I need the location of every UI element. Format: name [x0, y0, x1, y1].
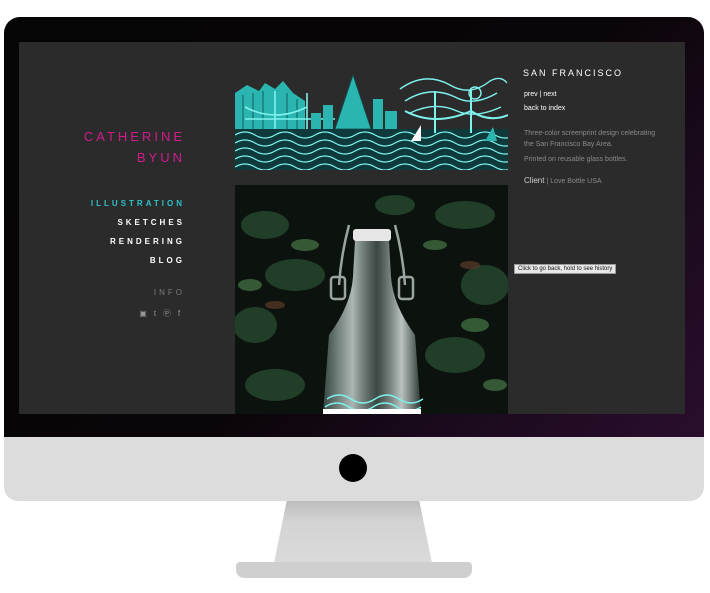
client-name: Love Bottle USA [550, 178, 602, 185]
brand-first-name: CATHERINE [83, 129, 185, 144]
monitor-stand [274, 501, 432, 563]
nav-sketches[interactable]: SKETCHES [91, 213, 185, 232]
back-button-tooltip: Click to go back, hold to see history [514, 264, 617, 274]
bottle-photo[interactable] [235, 185, 508, 414]
facebook-icon[interactable]: f [175, 309, 183, 319]
prev-link[interactable]: prev [524, 91, 538, 98]
nav-blog[interactable]: BLOG [91, 251, 185, 270]
brand-last-name: BYUN [136, 150, 185, 165]
project-title: SAN FRANCISCO [523, 68, 624, 78]
nav-illustration[interactable]: ILLUSTRATION [91, 194, 185, 213]
monitor-logo-dot [339, 454, 367, 482]
website-screen: CATHERINE BYUN ILLUSTRATION SKETCHES REN… [19, 42, 685, 414]
nav-rendering[interactable]: RENDERING [91, 232, 185, 251]
tumblr-icon[interactable]: t [151, 309, 159, 319]
nav-info[interactable]: INFO [154, 288, 185, 297]
project-pager: prev | next [524, 91, 557, 98]
main-navigation: ILLUSTRATION SKETCHES RENDERING BLOG [91, 194, 185, 270]
client-label: Client [524, 176, 545, 185]
instagram-icon[interactable]: ▣ [139, 309, 147, 319]
site-logo[interactable]: CATHERINE BYUN [84, 126, 185, 168]
pinterest-icon[interactable]: Ⓟ [163, 309, 171, 319]
social-links: ▣ t Ⓟ f [139, 309, 183, 319]
client-separator: | [546, 178, 549, 185]
project-printing-note: Printed on reusable glass bottles. [524, 156, 628, 163]
san-francisco-illustration[interactable] [235, 71, 508, 170]
monitor-stand-base [236, 562, 472, 578]
pager-separator: | [539, 91, 542, 98]
next-link[interactable]: next [543, 91, 556, 98]
project-description: Three-color screenprint design celebrati… [524, 130, 656, 148]
project-client: Client | Love Bottle USA [524, 176, 602, 185]
back-to-index-link[interactable]: back to index [524, 105, 565, 112]
